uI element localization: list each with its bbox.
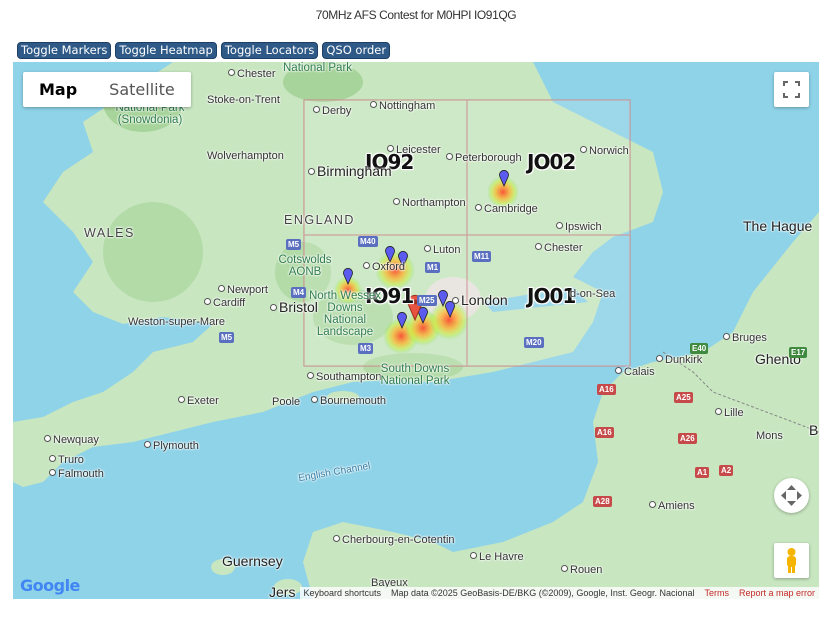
road-shield: A1 — [695, 467, 710, 478]
place-newport: Newport — [218, 284, 268, 296]
place-bournemouth: Bournemouth — [311, 395, 386, 407]
place-bruges: Bruges — [723, 332, 767, 344]
place-amiens: Amiens — [649, 500, 695, 512]
place-falmouth: Falmouth — [49, 468, 104, 480]
place-peak: National Park — [283, 62, 353, 74]
place-southampton: Southampton — [307, 371, 381, 383]
place-chester: Chester — [228, 68, 276, 80]
road-shield: M5 — [286, 239, 302, 250]
place-le-havre: Le Havre — [470, 551, 524, 563]
place-rouen: Rouen — [561, 564, 602, 576]
place-wales: WALES — [84, 226, 135, 240]
place-guernsey: Guernsey — [222, 553, 283, 569]
road-shield: M5 — [219, 332, 235, 343]
road-shield: M40 — [358, 236, 378, 247]
road-shield: A16 — [595, 427, 614, 438]
place-england: ENGLAND — [284, 213, 355, 227]
place-weston: Weston-super-Mare — [128, 316, 225, 328]
google-logo-text: Google — [20, 576, 80, 595]
terms-link[interactable]: Terms — [704, 588, 729, 598]
page-title: 70MHz AFS Contest for M0HPI IO91QG — [315, 8, 517, 22]
fullscreen-icon — [783, 81, 800, 98]
map-type-satellite-button[interactable]: Satellite — [93, 72, 191, 107]
place-nottingham: Nottingham — [370, 100, 435, 112]
road-shield: M1 — [425, 262, 441, 273]
pegman-icon — [787, 548, 796, 573]
road-shield: M25 — [417, 295, 437, 306]
fullscreen-button[interactable] — [774, 72, 809, 107]
place-norwich: Norwich — [580, 145, 629, 157]
place-chelmsford: Chester — [535, 242, 583, 254]
place-mons: Mons — [756, 430, 783, 442]
road-shield: A28 — [593, 496, 612, 507]
road-shield: M3 — [358, 343, 374, 354]
move-arrows-icon — [781, 485, 802, 506]
place-southend: d-on-Sea — [570, 288, 616, 300]
place-peterborough: Peterborough — [446, 152, 522, 164]
toggle-locators-button[interactable]: Toggle Locators — [220, 42, 319, 59]
road-shield: A16 — [597, 384, 616, 395]
road-shield: A2 — [719, 465, 734, 476]
place-calais: Calais — [615, 366, 655, 378]
toggle-heatmap-button[interactable]: Toggle Heatmap — [115, 42, 217, 59]
place-cambridge: Cambridge — [475, 203, 538, 215]
park-wales — [103, 202, 203, 302]
locator-label-jo01: JO01 — [527, 284, 576, 308]
place-poole: Poole — [272, 396, 301, 408]
report-error-link[interactable]: Report a map error — [739, 588, 815, 598]
street-view-pegman-button[interactable] — [774, 543, 809, 578]
place-cotswolds: Cotswolds AONB — [278, 254, 332, 278]
road-shield: M4 — [291, 287, 307, 298]
camera-control-button[interactable] — [774, 478, 809, 513]
google-logo: Google — [20, 576, 80, 595]
place-stoke: Stoke-on-Trent — [207, 94, 280, 106]
place-jersey: Jers — [269, 584, 296, 599]
map-type-control: Map Satellite — [23, 72, 191, 107]
place-lille: Lille — [715, 407, 744, 419]
place-cherbourg: Cherbourg-en-Cotentin — [333, 534, 455, 546]
place-derby: Derby — [313, 105, 351, 117]
place-oxford: Oxford — [363, 261, 405, 273]
place-dunkirk: Dunkirk — [656, 354, 702, 366]
keyboard-shortcuts-link[interactable]: Keyboard shortcuts — [304, 588, 382, 598]
place-newquay: Newquay — [44, 434, 99, 446]
place-birmingham: Birmingham — [308, 163, 392, 179]
place-luton: Luton — [424, 244, 461, 256]
place-the-hague: The Hague — [743, 218, 813, 234]
map-canvas[interactable]: IO92 JO02 IO91 JO01 Chester National Par… — [13, 62, 819, 599]
place-south-downs: South Downs National Park — [380, 363, 450, 387]
road-shield: A25 — [674, 392, 693, 403]
road-shield: E17 — [789, 347, 808, 358]
place-north-wessex: North Wessex Downs National Landscape — [308, 290, 381, 338]
locator-label-jo02: JO02 — [527, 150, 576, 174]
toggle-markers-button[interactable]: Toggle Markers — [17, 42, 112, 59]
qso-order-button[interactable]: QSO order — [322, 42, 391, 59]
road-shield: M20 — [524, 337, 544, 348]
place-leicester: Leicester — [387, 144, 441, 156]
place-plymouth: Plymouth — [144, 440, 199, 452]
road-shield: E40 — [690, 343, 709, 354]
place-ipswich: Ipswich — [556, 221, 602, 233]
place-exeter: Exeter — [178, 395, 219, 407]
place-cardiff: Cardiff — [204, 297, 245, 309]
toolbar: Toggle Markers Toggle Heatmap Toggle Loc… — [17, 42, 391, 59]
attribution-bar: Keyboard shortcuts Map data ©2025 GeoBas… — [299, 587, 819, 599]
place-wolverhampton: Wolverhampton — [207, 150, 284, 162]
place-northampton: Northampton — [393, 197, 466, 209]
map-type-map-button[interactable]: Map — [23, 72, 93, 107]
map-data-text: Map data ©2025 GeoBasis-DE/BKG (©2009), … — [391, 588, 695, 598]
place-london: London — [452, 292, 508, 308]
road-shield: A26 — [678, 433, 697, 444]
place-truro: Truro — [49, 454, 84, 466]
road-shield: M11 — [472, 251, 492, 262]
map-land-layer — [13, 62, 819, 599]
place-b: B — [809, 422, 819, 438]
